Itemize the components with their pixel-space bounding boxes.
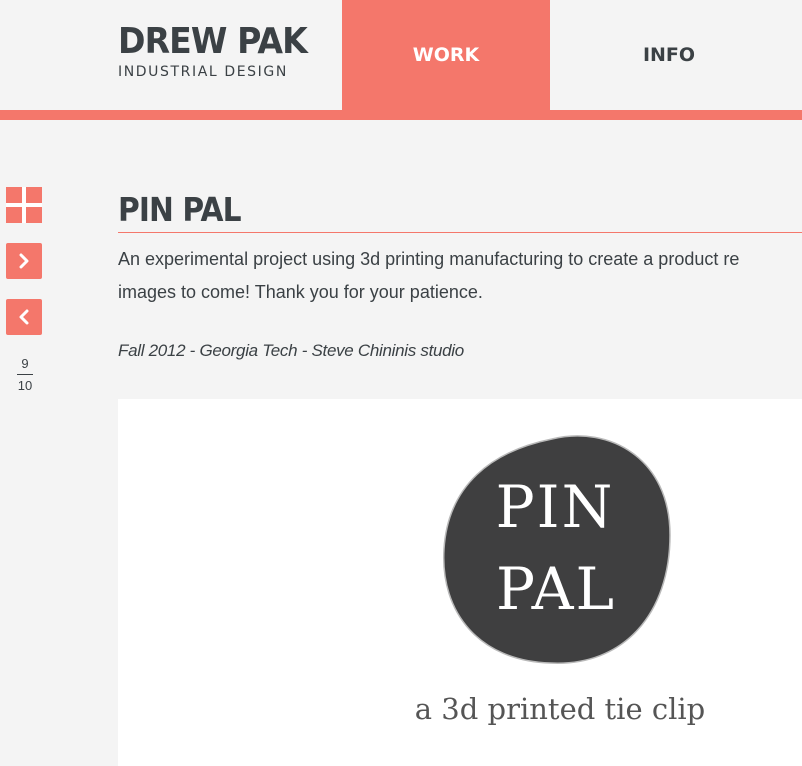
nav-info[interactable]: INFO: [550, 0, 788, 110]
chevron-left-icon: [19, 309, 29, 325]
description-line-2: images to come! Thank you for your patie…: [118, 282, 483, 302]
site-header: DREW PAK INDUSTRIAL DESIGN WORK INFO: [0, 0, 802, 110]
chevron-right-icon: [19, 253, 29, 269]
next-project-button[interactable]: [6, 243, 42, 279]
logo-circle: [443, 435, 671, 664]
logo-text-line-2: PAL: [496, 555, 616, 623]
logo-name[interactable]: DREW PAK: [118, 22, 308, 62]
project-image: PIN PAL a 3d printed tie clip: [118, 399, 802, 766]
logo-subtitle[interactable]: INDUSTRIAL DESIGN: [118, 63, 323, 81]
nav-work[interactable]: WORK: [342, 0, 550, 110]
logo-text-line-1: PIN: [496, 473, 615, 541]
project-pager: 9 10: [10, 356, 40, 394]
site-logo[interactable]: DREW PAK INDUSTRIAL DESIGN: [118, 22, 323, 81]
previous-project-button[interactable]: [6, 299, 42, 335]
project-meta: Fall 2012 - Georgia Tech - Steve Chinini…: [118, 341, 464, 360]
logo-tagline: a 3d printed tie clip: [415, 692, 705, 726]
title-divider: [118, 232, 802, 233]
header-accent-bar: [0, 110, 802, 120]
grid-view-button[interactable]: [6, 187, 42, 223]
description-line-1: An experimental project using 3d printin…: [118, 249, 740, 269]
page-current: 9: [21, 356, 29, 371]
project-description: An experimental project using 3d printin…: [118, 243, 802, 309]
pager-divider: [17, 374, 33, 375]
page-total: 10: [17, 378, 33, 393]
pin-pal-logo-image: PIN PAL a 3d printed tie clip: [415, 435, 705, 726]
project-title: PIN PAL: [118, 190, 242, 229]
